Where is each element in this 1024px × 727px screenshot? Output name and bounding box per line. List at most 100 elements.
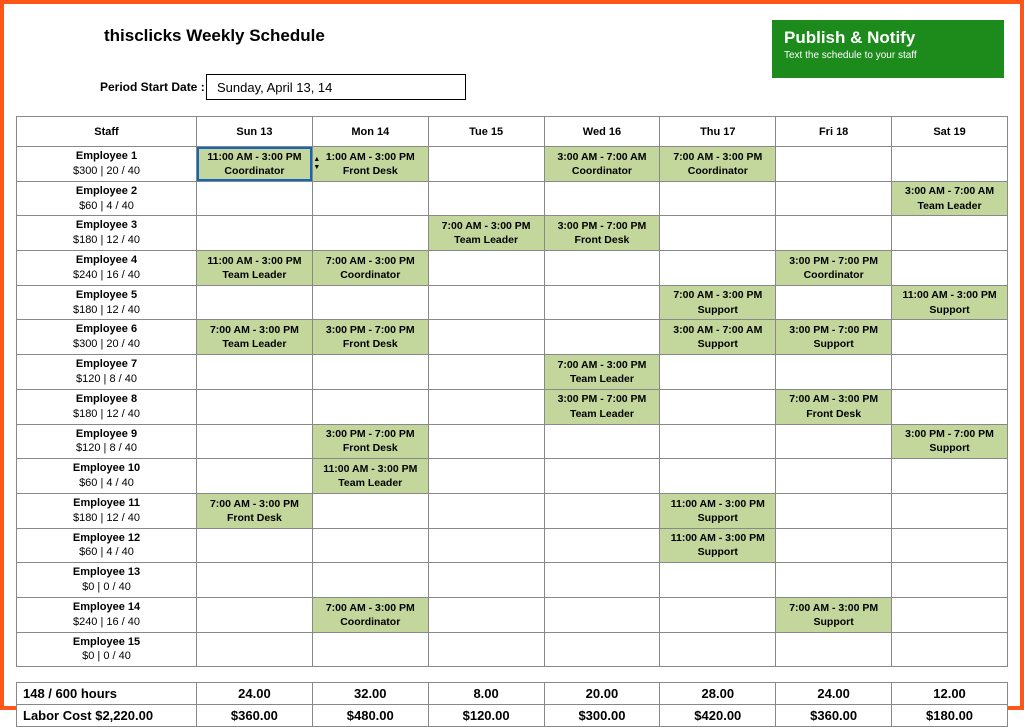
schedule-cell[interactable] bbox=[660, 251, 776, 286]
shift-block[interactable]: 3:00 AM - 7:00 AMSupport bbox=[660, 320, 775, 354]
schedule-cell[interactable] bbox=[544, 424, 660, 459]
schedule-cell[interactable]: 7:00 AM - 3:00 PMSupport bbox=[660, 285, 776, 320]
schedule-cell[interactable] bbox=[892, 493, 1008, 528]
schedule-cell[interactable]: 7:00 AM - 3:00 PMFront Desk bbox=[197, 493, 313, 528]
schedule-cell[interactable] bbox=[892, 251, 1008, 286]
schedule-cell[interactable] bbox=[892, 528, 1008, 563]
schedule-cell[interactable] bbox=[776, 355, 892, 390]
schedule-cell[interactable]: 3:00 AM - 7:00 AMTeam Leader bbox=[892, 181, 1008, 216]
schedule-cell[interactable] bbox=[660, 459, 776, 494]
schedule-cell[interactable] bbox=[660, 424, 776, 459]
schedule-cell[interactable] bbox=[776, 563, 892, 598]
shift-block[interactable]: 7:00 AM - 3:00 PMSupport bbox=[776, 598, 891, 632]
shift-block[interactable]: 11:00 AM - 3:00 PMTeam Leader bbox=[197, 251, 312, 285]
shift-block[interactable]: 7:00 AM - 3:00 PMTeam Leader bbox=[197, 320, 312, 354]
schedule-cell[interactable] bbox=[892, 632, 1008, 667]
shift-block[interactable]: 11:00 AM - 3:00 PMSupport bbox=[660, 529, 775, 563]
schedule-cell[interactable] bbox=[544, 320, 660, 355]
stepper-icon[interactable]: ▲▼ bbox=[312, 156, 322, 172]
schedule-cell[interactable]: 11:00 AM - 3:00 PMSupport bbox=[660, 528, 776, 563]
schedule-cell[interactable] bbox=[197, 597, 313, 632]
schedule-cell[interactable]: 7:00 AM - 3:00 PMCoordinator bbox=[312, 251, 428, 286]
schedule-cell[interactable]: 11:00 AM - 3:00 PMSupport bbox=[892, 285, 1008, 320]
schedule-cell[interactable] bbox=[312, 632, 428, 667]
schedule-cell[interactable] bbox=[776, 632, 892, 667]
schedule-cell[interactable] bbox=[428, 493, 544, 528]
schedule-cell[interactable] bbox=[428, 320, 544, 355]
schedule-cell[interactable] bbox=[197, 216, 313, 251]
schedule-cell[interactable]: 3:00 PM - 7:00 PMSupport bbox=[892, 424, 1008, 459]
schedule-cell[interactable] bbox=[312, 285, 428, 320]
shift-block[interactable]: 7:00 AM - 3:00 PMFront Desk bbox=[776, 390, 891, 424]
schedule-cell[interactable] bbox=[892, 597, 1008, 632]
schedule-cell[interactable] bbox=[544, 285, 660, 320]
shift-block[interactable]: 7:00 AM - 3:00 PMTeam Leader bbox=[545, 355, 660, 389]
schedule-cell[interactable] bbox=[660, 389, 776, 424]
schedule-cell[interactable]: 1:00 AM - 3:00 PMFront Desk bbox=[312, 147, 428, 182]
schedule-cell[interactable] bbox=[428, 285, 544, 320]
schedule-cell[interactable] bbox=[312, 355, 428, 390]
shift-block[interactable]: 7:00 AM - 3:00 PMCoordinator bbox=[313, 251, 428, 285]
schedule-cell[interactable] bbox=[197, 389, 313, 424]
schedule-cell[interactable] bbox=[660, 216, 776, 251]
schedule-cell[interactable] bbox=[428, 147, 544, 182]
schedule-cell[interactable] bbox=[544, 632, 660, 667]
period-start-input[interactable]: Sunday, April 13, 14 bbox=[206, 74, 466, 100]
schedule-cell[interactable] bbox=[428, 389, 544, 424]
schedule-cell[interactable] bbox=[776, 459, 892, 494]
schedule-cell[interactable] bbox=[197, 355, 313, 390]
schedule-cell[interactable]: 3:00 AM - 7:00 AMCoordinator bbox=[544, 147, 660, 182]
schedule-cell[interactable] bbox=[544, 251, 660, 286]
schedule-cell[interactable] bbox=[660, 632, 776, 667]
schedule-cell[interactable]: 7:00 AM - 3:00 PMSupport bbox=[776, 597, 892, 632]
schedule-cell[interactable] bbox=[428, 563, 544, 598]
schedule-cell[interactable] bbox=[776, 493, 892, 528]
shift-block[interactable]: 7:00 AM - 3:00 PMTeam Leader bbox=[429, 216, 544, 250]
schedule-cell[interactable]: 11:00 AM - 3:00 PMTeam Leader bbox=[197, 251, 313, 286]
schedule-cell[interactable] bbox=[544, 181, 660, 216]
shift-block[interactable]: 1:00 AM - 3:00 PMFront Desk bbox=[313, 147, 428, 181]
schedule-cell[interactable] bbox=[776, 181, 892, 216]
shift-block[interactable]: 3:00 AM - 7:00 AMTeam Leader bbox=[892, 182, 1007, 216]
schedule-cell[interactable] bbox=[892, 563, 1008, 598]
schedule-cell[interactable] bbox=[776, 285, 892, 320]
schedule-cell[interactable] bbox=[776, 528, 892, 563]
schedule-cell[interactable]: 3:00 AM - 7:00 AMSupport bbox=[660, 320, 776, 355]
shift-block[interactable]: 11:00 AM - 3:00 PMTeam Leader bbox=[313, 459, 428, 493]
schedule-cell[interactable]: 7:00 AM - 3:00 PMCoordinator bbox=[312, 597, 428, 632]
shift-block[interactable]: 7:00 AM - 3:00 PMSupport bbox=[660, 286, 775, 320]
schedule-cell[interactable]: 7:00 AM - 3:00 PMCoordinator bbox=[660, 147, 776, 182]
schedule-cell[interactable] bbox=[660, 181, 776, 216]
schedule-cell[interactable] bbox=[197, 285, 313, 320]
shift-block[interactable]: 11:00 AM - 3:00 PMCoordinator▲▼ bbox=[197, 147, 312, 181]
schedule-cell[interactable] bbox=[197, 528, 313, 563]
schedule-cell[interactable] bbox=[776, 424, 892, 459]
schedule-cell[interactable] bbox=[428, 424, 544, 459]
schedule-cell[interactable] bbox=[892, 355, 1008, 390]
schedule-cell[interactable]: 11:00 AM - 3:00 PMCoordinator▲▼ bbox=[197, 147, 313, 182]
schedule-cell[interactable]: 3:00 PM - 7:00 PMFront Desk bbox=[312, 424, 428, 459]
schedule-cell[interactable] bbox=[312, 493, 428, 528]
shift-block[interactable]: 3:00 PM - 7:00 PMFront Desk bbox=[313, 425, 428, 459]
schedule-cell[interactable] bbox=[660, 563, 776, 598]
schedule-cell[interactable] bbox=[892, 216, 1008, 251]
shift-block[interactable]: 7:00 AM - 3:00 PMCoordinator bbox=[660, 147, 775, 181]
schedule-cell[interactable] bbox=[428, 597, 544, 632]
shift-block[interactable]: 11:00 AM - 3:00 PMSupport bbox=[892, 286, 1007, 320]
schedule-cell[interactable]: 7:00 AM - 3:00 PMTeam Leader bbox=[197, 320, 313, 355]
shift-block[interactable]: 3:00 PM - 7:00 PMSupport bbox=[892, 425, 1007, 459]
schedule-cell[interactable] bbox=[428, 528, 544, 563]
shift-block[interactable]: 3:00 PM - 7:00 PMSupport bbox=[776, 320, 891, 354]
shift-block[interactable]: 3:00 PM - 7:00 PMTeam Leader bbox=[545, 390, 660, 424]
schedule-cell[interactable]: 11:00 AM - 3:00 PMSupport bbox=[660, 493, 776, 528]
schedule-cell[interactable] bbox=[776, 216, 892, 251]
publish-notify-button[interactable]: Publish & Notify Text the schedule to yo… bbox=[772, 20, 1004, 78]
schedule-cell[interactable]: 7:00 AM - 3:00 PMFront Desk bbox=[776, 389, 892, 424]
schedule-cell[interactable] bbox=[197, 632, 313, 667]
schedule-cell[interactable] bbox=[312, 389, 428, 424]
schedule-cell[interactable] bbox=[312, 528, 428, 563]
schedule-cell[interactable]: 3:00 PM - 7:00 PMSupport bbox=[776, 320, 892, 355]
schedule-cell[interactable] bbox=[544, 597, 660, 632]
shift-block[interactable]: 7:00 AM - 3:00 PMFront Desk bbox=[197, 494, 312, 528]
schedule-cell[interactable] bbox=[312, 216, 428, 251]
